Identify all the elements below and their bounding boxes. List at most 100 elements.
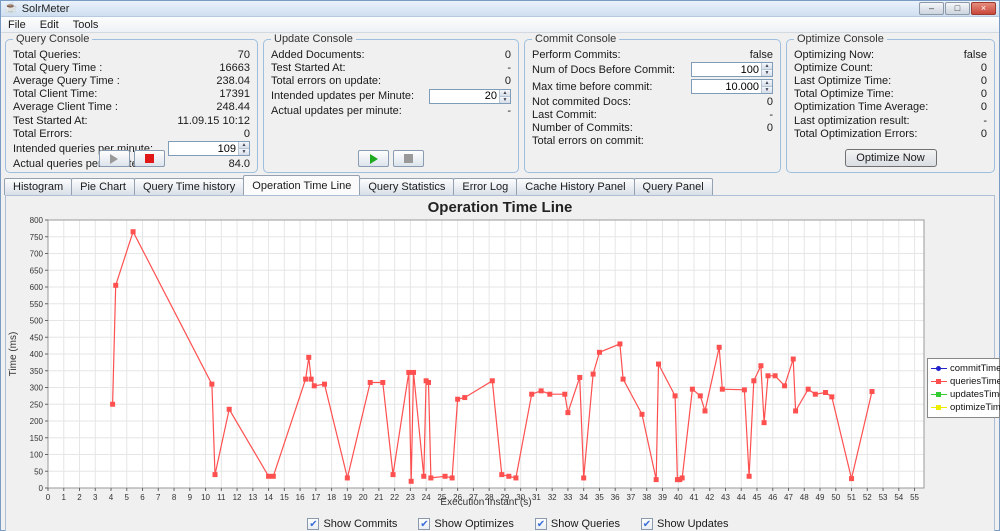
checkbox-label: Show Commits xyxy=(323,518,397,530)
svg-text:34: 34 xyxy=(579,493,588,502)
series-checkboxes: ✔ Show Commits ✔ Show Optimizes ✔ Show Querie… xyxy=(6,518,994,530)
minimize-button-icon[interactable]: – xyxy=(919,2,944,15)
checkbox-icon[interactable]: ✔ xyxy=(307,518,319,530)
tab-query-time-history[interactable]: Query Time history xyxy=(134,178,244,195)
svg-text:19: 19 xyxy=(343,493,352,502)
spinner-down-icon[interactable]: ▼ xyxy=(761,86,772,93)
average-query-time-row: Average Query Time :238.04 xyxy=(12,74,251,87)
spinner-down-icon[interactable]: ▼ xyxy=(761,69,772,76)
svg-text:600: 600 xyxy=(30,283,44,292)
checkbox-label: Show Queries xyxy=(551,518,620,530)
svg-text:300: 300 xyxy=(30,384,44,393)
update-stop-button[interactable] xyxy=(393,150,424,167)
window-title: SolrMeter xyxy=(22,3,70,15)
optimize-console-rows: Optimizing Now:falseOptimize Count:0Last… xyxy=(793,48,988,140)
svg-text:32: 32 xyxy=(548,493,557,502)
checkbox-icon[interactable]: ✔ xyxy=(418,518,430,530)
svg-text:17: 17 xyxy=(311,493,320,502)
query-stop-button[interactable] xyxy=(134,150,165,167)
svg-text:31: 31 xyxy=(532,493,541,502)
svg-text:800: 800 xyxy=(30,216,44,225)
svg-text:100: 100 xyxy=(30,451,44,460)
added-documents-row: Added Documents:0 xyxy=(270,48,512,61)
tab-operation-time-line[interactable]: Operation Time Line xyxy=(243,175,360,195)
optimize-now-button[interactable]: Optimize Now xyxy=(845,149,937,167)
stop-icon xyxy=(404,154,413,163)
tab-query-panel[interactable]: Query Panel xyxy=(634,178,713,195)
checkbox-show-optimizes[interactable]: ✔ Show Optimizes xyxy=(418,518,513,530)
checkbox-show-updates[interactable]: ✔ Show Updates xyxy=(641,518,729,530)
intended-updates-per-minute-input[interactable] xyxy=(430,90,499,103)
stop-icon xyxy=(145,154,154,163)
svg-text:1: 1 xyxy=(62,493,67,502)
total-errors-value: 0 xyxy=(244,128,250,140)
svg-text:55: 55 xyxy=(910,493,919,502)
num-of-docs-before-commit-input[interactable] xyxy=(692,63,761,76)
svg-text:18: 18 xyxy=(327,493,336,502)
total-errors-row: Total Errors:0 xyxy=(12,127,251,140)
close-button-icon[interactable]: × xyxy=(971,2,996,15)
update-console-rows: Added Documents:0Test Started At:-Total … xyxy=(270,48,512,118)
spinner-down-icon[interactable]: ▼ xyxy=(499,96,510,103)
total-optimization-errors-value: 0 xyxy=(981,128,987,140)
update-play-button[interactable] xyxy=(358,150,389,167)
update-console-title: Update Console xyxy=(271,33,356,45)
checkbox-label: Show Optimizes xyxy=(434,518,513,530)
svg-text:45: 45 xyxy=(753,493,762,502)
svg-text:42: 42 xyxy=(705,493,714,502)
checkbox-label: Show Updates xyxy=(657,518,729,530)
svg-text:24: 24 xyxy=(422,493,431,502)
menu-tools[interactable]: Tools xyxy=(66,18,106,32)
svg-text:49: 49 xyxy=(816,493,825,502)
tab-histogram[interactable]: Histogram xyxy=(4,178,72,195)
test-started-at-value: 11.09.15 10:12 xyxy=(177,115,250,127)
num-of-docs-before-commit-label: Num of Docs Before Commit: xyxy=(532,64,675,76)
tab-cache-history-panel[interactable]: Cache History Panel xyxy=(516,178,634,195)
svg-text:6: 6 xyxy=(140,493,145,502)
tab-query-statistics[interactable]: Query Statistics xyxy=(359,178,454,195)
total-queries-value: 70 xyxy=(238,49,250,61)
svg-text:7: 7 xyxy=(156,493,161,502)
menu-edit[interactable]: Edit xyxy=(33,18,66,32)
total-errors-on-update-value: 0 xyxy=(505,75,511,87)
svg-text:8: 8 xyxy=(172,493,177,502)
svg-text:0: 0 xyxy=(46,493,51,502)
svg-text:37: 37 xyxy=(626,493,635,502)
query-play-button[interactable] xyxy=(99,150,130,167)
last-optimize-time-row: Last Optimize Time:0 xyxy=(793,74,988,87)
svg-text:53: 53 xyxy=(879,493,888,502)
total-optimize-time-label: Total Optimize Time: xyxy=(794,88,894,100)
svg-text:Execution Instant (s): Execution Instant (s) xyxy=(440,497,531,508)
svg-text:700: 700 xyxy=(30,250,44,259)
legend-label-optimizetime: optimizeTime xyxy=(950,402,1000,413)
max-time-before-commit-input[interactable] xyxy=(692,80,761,93)
checkbox-show-queries[interactable]: ✔ Show Queries xyxy=(535,518,620,530)
svg-text:38: 38 xyxy=(642,493,651,502)
last-optimization-result-value: - xyxy=(983,115,987,127)
queriestime-swatch-icon xyxy=(931,377,947,386)
menu-file[interactable]: File xyxy=(1,18,33,32)
svg-text:12: 12 xyxy=(233,493,242,502)
checkbox-show-commits[interactable]: ✔ Show Commits xyxy=(307,518,397,530)
actual-updates-per-minute-row: Actual updates per minute:- xyxy=(270,105,512,118)
optimize-count-value: 0 xyxy=(981,62,987,74)
perform-commits-value: false xyxy=(750,49,773,61)
svg-text:43: 43 xyxy=(721,493,730,502)
tab-error-log[interactable]: Error Log xyxy=(453,178,517,195)
maximize-button-icon[interactable]: □ xyxy=(945,2,970,15)
legend-item-optimizetime: optimizeTime xyxy=(931,401,996,414)
checkbox-icon[interactable]: ✔ xyxy=(535,518,547,530)
total-client-time-row: Total Client Time:17391 xyxy=(12,88,251,101)
number-of-commits-label: Number of Commits: xyxy=(532,122,633,134)
svg-text:15: 15 xyxy=(280,493,289,502)
svg-text:350: 350 xyxy=(30,367,44,376)
total-errors-on-commit-row: Total errors on commit: xyxy=(531,135,774,148)
operation-timeline-chart: 0123456789101112131415161718192021222324… xyxy=(6,216,994,508)
svg-text:35: 35 xyxy=(595,493,604,502)
svg-text:50: 50 xyxy=(831,493,840,502)
last-optimization-result-label: Last optimization result: xyxy=(794,115,910,127)
checkbox-icon[interactable]: ✔ xyxy=(641,518,653,530)
tab-pie-chart[interactable]: Pie Chart xyxy=(71,178,135,195)
optimization-time-average-value: 0 xyxy=(981,101,987,113)
perform-commits-label: Perform Commits: xyxy=(532,49,621,61)
